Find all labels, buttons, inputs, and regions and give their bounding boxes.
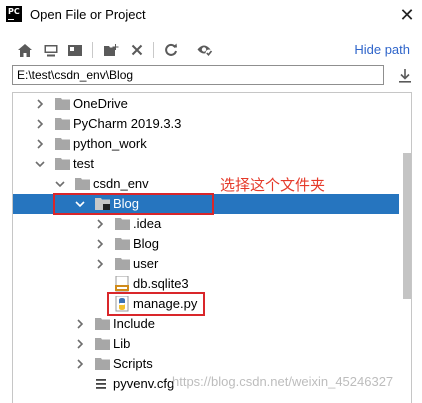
folder-icon bbox=[55, 138, 70, 150]
show-hidden-icon[interactable] bbox=[196, 41, 214, 59]
folder-icon bbox=[55, 158, 70, 170]
chevron-right-icon[interactable] bbox=[95, 219, 105, 229]
chevron-down-icon[interactable] bbox=[35, 159, 45, 169]
tree-item-label: csdn_env bbox=[93, 176, 149, 191]
folder-icon bbox=[95, 358, 110, 370]
tree-item-label: test bbox=[73, 156, 94, 171]
tree-item-idea[interactable]: .idea bbox=[13, 214, 399, 234]
tree-item-label: OneDrive bbox=[73, 96, 128, 111]
desktop-icon[interactable] bbox=[42, 41, 60, 59]
folder-icon bbox=[115, 238, 130, 250]
folder-icon bbox=[95, 318, 110, 330]
tree-item-lib[interactable]: Lib bbox=[13, 334, 399, 354]
tree-item-blog-app[interactable]: Blog bbox=[13, 234, 399, 254]
new-folder-icon[interactable] bbox=[102, 41, 120, 59]
tree-item-db-sqlite3[interactable]: db.sqlite3 bbox=[13, 274, 399, 294]
home-icon[interactable] bbox=[16, 41, 34, 59]
close-button[interactable]: ✕ bbox=[392, 0, 422, 30]
tree-item-label: .idea bbox=[133, 216, 162, 231]
title-bar: PC Open File or Project ✕ bbox=[0, 0, 422, 30]
highlight-box-manage-py bbox=[107, 292, 205, 316]
tree-item-pycharm[interactable]: PyCharm 2019.3.3 bbox=[13, 114, 399, 134]
vertical-scrollbar[interactable] bbox=[403, 153, 411, 299]
tree-item-label: Include bbox=[113, 316, 155, 331]
tree-item-label: Lib bbox=[113, 336, 131, 351]
tree-item-label: python_work bbox=[73, 136, 147, 151]
project-icon[interactable] bbox=[66, 41, 84, 59]
file-tree[interactable]: OneDrive PyCharm 2019.3.3 python_work te… bbox=[12, 92, 412, 403]
sql-file-icon bbox=[115, 276, 129, 292]
tree-item-csdn-env[interactable]: csdn_env bbox=[13, 174, 399, 194]
path-row bbox=[0, 64, 422, 88]
chevron-right-icon[interactable] bbox=[95, 259, 105, 269]
tree-item-label: PyCharm 2019.3.3 bbox=[73, 116, 182, 131]
tree-item-label: Blog bbox=[133, 236, 160, 251]
delete-icon[interactable] bbox=[128, 41, 146, 59]
folder-icon bbox=[115, 258, 130, 270]
chevron-right-icon[interactable] bbox=[75, 319, 85, 329]
tree-item-label: pyvenv.cfg bbox=[113, 376, 175, 391]
pycharm-logo-icon: PC bbox=[6, 6, 22, 22]
toolbar-separator bbox=[153, 42, 154, 58]
highlight-box-blog bbox=[53, 193, 214, 215]
tree-item-user[interactable]: user bbox=[13, 254, 399, 274]
dialog-title: Open File or Project bbox=[30, 7, 146, 22]
chevron-down-icon[interactable] bbox=[55, 179, 65, 189]
chevron-right-icon[interactable] bbox=[35, 119, 45, 129]
download-icon[interactable] bbox=[398, 68, 412, 84]
toolbar: Hide path bbox=[0, 36, 422, 64]
hide-path-link[interactable]: Hide path bbox=[354, 42, 410, 57]
tree-item-label: user bbox=[133, 256, 159, 271]
folder-icon bbox=[115, 218, 130, 230]
folder-icon bbox=[75, 178, 90, 190]
tree-item-include[interactable]: Include bbox=[13, 314, 399, 334]
tree-item-label: db.sqlite3 bbox=[133, 276, 189, 291]
chevron-right-icon[interactable] bbox=[35, 139, 45, 149]
tree-item-label: Scripts bbox=[113, 356, 153, 371]
toolbar-separator bbox=[92, 42, 93, 58]
tree-item-python-work[interactable]: python_work bbox=[13, 134, 399, 154]
watermark-text: https://blog.csdn.net/weixin_45246327 bbox=[172, 374, 394, 389]
path-input[interactable] bbox=[12, 65, 384, 85]
folder-icon bbox=[95, 338, 110, 350]
chevron-right-icon[interactable] bbox=[35, 99, 45, 109]
tree-item-onedrive[interactable]: OneDrive bbox=[13, 94, 399, 114]
tree-item-manage-py[interactable]: manage.py bbox=[13, 294, 399, 314]
chevron-right-icon[interactable] bbox=[75, 339, 85, 349]
folder-icon bbox=[55, 98, 70, 110]
chevron-right-icon[interactable] bbox=[75, 359, 85, 369]
chevron-right-icon[interactable] bbox=[95, 239, 105, 249]
annotation-text: 选择这个文件夹 bbox=[220, 177, 326, 194]
refresh-icon[interactable] bbox=[162, 41, 180, 59]
tree-item-scripts[interactable]: Scripts bbox=[13, 354, 399, 374]
text-file-icon bbox=[96, 379, 106, 389]
folder-icon bbox=[55, 118, 70, 130]
tree-item-test[interactable]: test bbox=[13, 154, 399, 174]
